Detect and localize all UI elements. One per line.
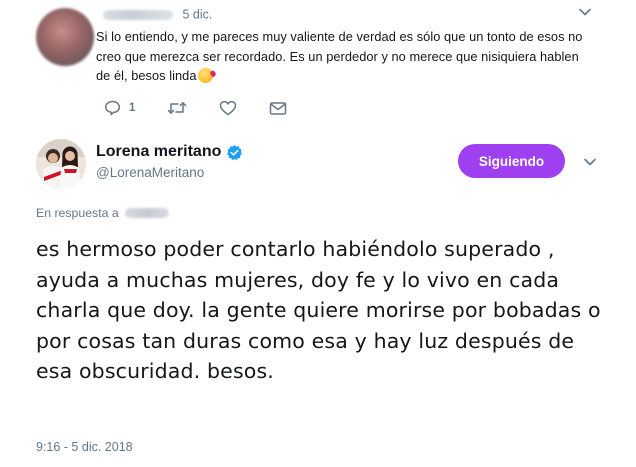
blurred-reply-target[interactable]	[124, 208, 169, 218]
reply-count: 1	[129, 102, 136, 114]
chevron-down-icon[interactable]	[583, 155, 597, 169]
reply-text: Si lo entiendo, y me pareces muy valient…	[96, 27, 592, 86]
retweet-icon	[168, 102, 187, 114]
author-name-row: Lorena meritano	[96, 142, 243, 162]
verified-badge-icon	[227, 144, 243, 160]
reply-text-body: Si lo entiendo, y me pareces muy valient…	[96, 29, 583, 83]
chevron-down-icon[interactable]	[578, 5, 592, 19]
avatar-photo	[36, 139, 86, 189]
author-avatar[interactable]	[36, 139, 86, 189]
blurred-username[interactable]	[103, 9, 173, 20]
heart-icon	[220, 100, 237, 116]
in-reply-to-label: En respuesta a	[36, 206, 119, 220]
envelope-icon	[270, 101, 287, 115]
following-button[interactable]: Siguiendo	[458, 144, 565, 178]
reply-action[interactable]: 1	[104, 100, 135, 116]
reply-author-avatar[interactable]	[36, 8, 94, 66]
reply-date[interactable]: 5 dic.	[182, 8, 212, 22]
reply-header: 5 dic.	[103, 7, 212, 23]
like-action[interactable]	[219, 100, 237, 116]
comment-icon	[104, 100, 121, 116]
reply-action-bar: 1	[104, 99, 319, 117]
tweet-timestamp[interactable]: 9:16 - 5 dic. 2018	[36, 440, 133, 454]
retweet-action[interactable]	[167, 100, 187, 116]
face-blowing-kiss-icon	[197, 68, 213, 83]
dm-action[interactable]	[269, 101, 287, 116]
tweet-text: es hermoso poder contarlo habiéndolo sup…	[36, 237, 601, 384]
author-handle[interactable]: @LorenaMeritano	[96, 165, 204, 180]
author-name[interactable]: Lorena meritano	[96, 143, 221, 161]
reply-tweet[interactable]: 5 dic. Si lo entiendo, y me pareces muy …	[0, 0, 636, 132]
in-reply-to: En respuesta a	[36, 206, 169, 220]
